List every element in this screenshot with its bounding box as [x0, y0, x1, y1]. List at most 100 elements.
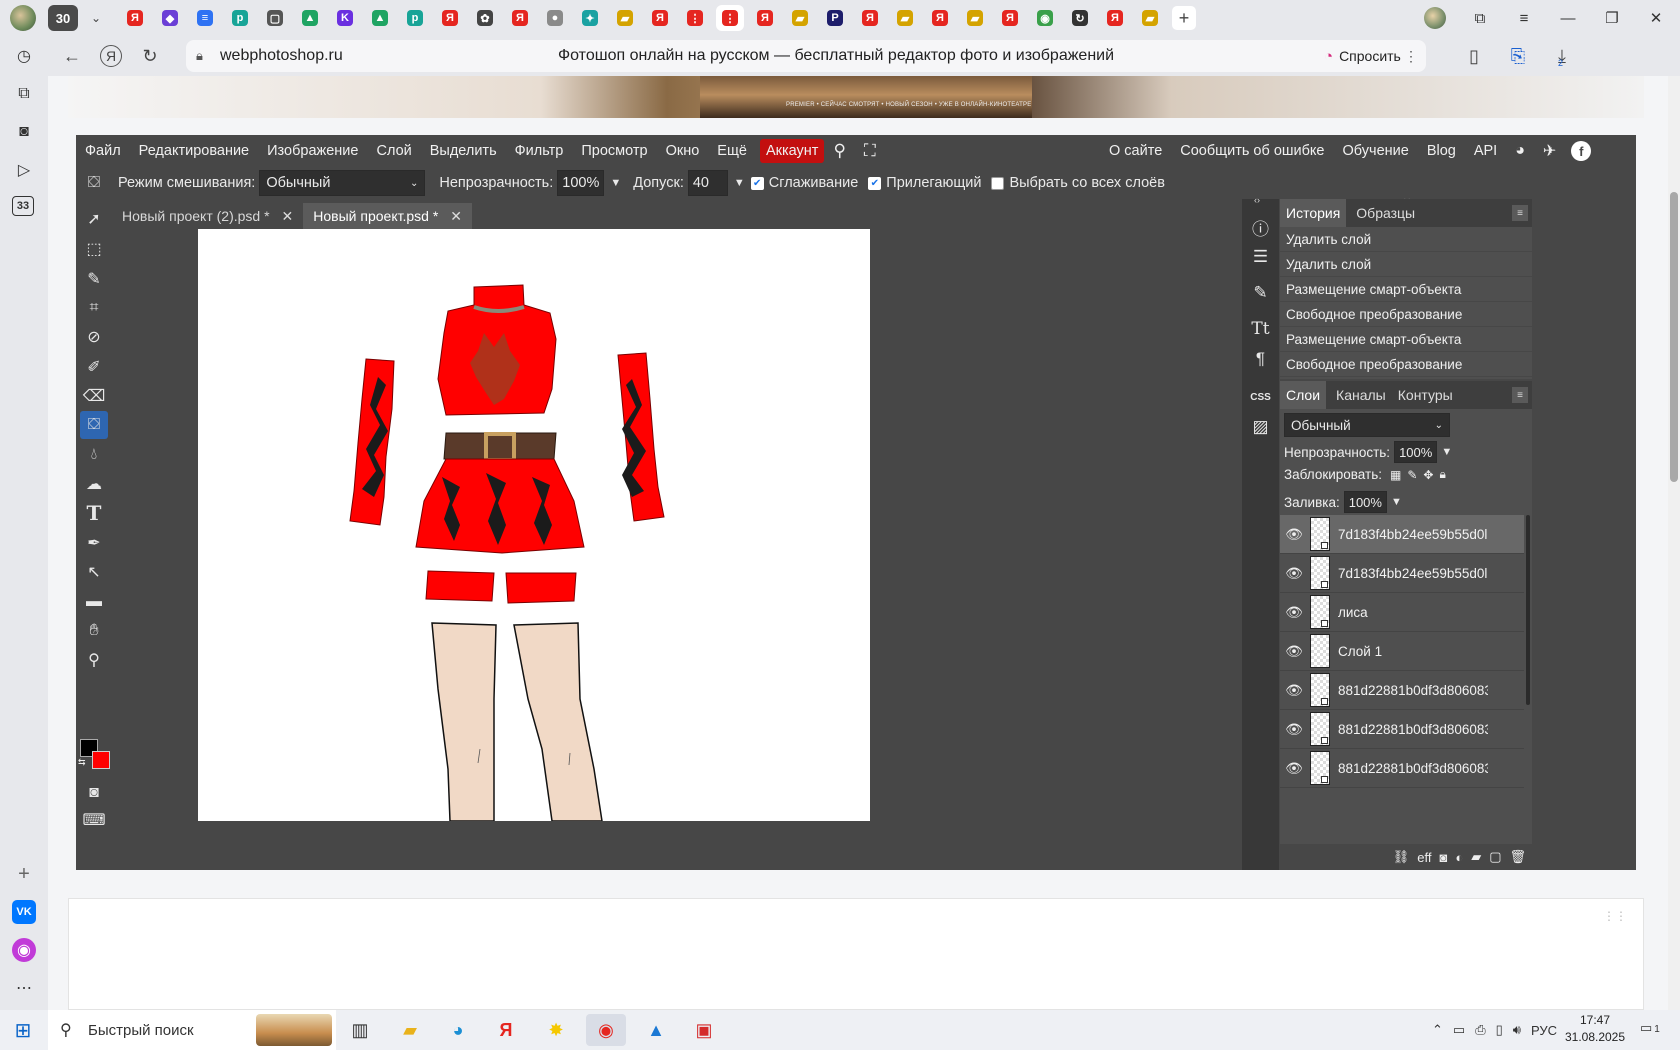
browser-tab[interactable]: ≡: [191, 5, 219, 31]
tolerance-input[interactable]: 40: [687, 170, 728, 196]
badge-icon[interactable]: 33: [12, 196, 34, 216]
lock-position-icon[interactable]: ✥: [1423, 468, 1433, 482]
close-window-icon[interactable]: ✕: [1642, 6, 1670, 30]
link-icon[interactable]: ⛓: [1393, 849, 1410, 865]
browser-tab[interactable]: Я: [1101, 5, 1129, 31]
vk-icon[interactable]: VK: [12, 900, 36, 924]
browser-tab[interactable]: Я: [751, 5, 779, 31]
layer-row[interactable]: 👁︎ 881d22881b0df3d806083: [1280, 710, 1524, 749]
eye-icon[interactable]: 👁︎: [1280, 565, 1308, 582]
menu-edit[interactable]: Редактирование: [130, 135, 258, 167]
history-item[interactable]: Удалить слой: [1280, 252, 1532, 277]
minimize-icon[interactable]: —: [1554, 6, 1582, 30]
hand-tool-icon[interactable]: ✋︎: [80, 617, 108, 645]
history-item[interactable]: Удалить слой: [1280, 227, 1532, 252]
menu-blog[interactable]: Blog: [1418, 135, 1465, 167]
history-item[interactable]: Размещение смарт-объекта: [1280, 327, 1532, 352]
more-dots-icon[interactable]: ⋮⋮: [1603, 909, 1627, 923]
lock-pixels-icon[interactable]: ✎: [1407, 468, 1417, 482]
edge-icon[interactable]: ◕: [438, 1014, 478, 1046]
browser-tab[interactable]: ▰: [961, 5, 989, 31]
doc-tab-2[interactable]: Новый проект.psd * ✕: [303, 203, 473, 229]
lock-all-icon[interactable]: 🔒︎: [1439, 467, 1445, 482]
mask-icon[interactable]: ◙: [1439, 850, 1447, 865]
explorer-icon[interactable]: ▰: [390, 1014, 430, 1046]
browser-tab[interactable]: Я: [436, 5, 464, 31]
menu-layer[interactable]: Слой: [367, 135, 420, 167]
lock-transparency-icon[interactable]: ▦: [1390, 468, 1401, 482]
eye-icon[interactable]: 👁︎: [1280, 643, 1308, 660]
new-tab-button[interactable]: +: [1172, 6, 1196, 30]
rectangle-tool-icon[interactable]: ▬: [80, 588, 108, 616]
antialias-checkbox[interactable]: ✔: [750, 176, 764, 190]
tray-device-icon[interactable]: ▭: [1453, 1022, 1465, 1038]
menu-image[interactable]: Изображение: [258, 135, 367, 167]
tolerance-slider-toggle-icon[interactable]: ▼: [734, 177, 745, 189]
collections-icon[interactable]: ⧉: [1466, 6, 1494, 30]
keyboard-icon[interactable]: ⌨: [80, 806, 108, 834]
layer-blend-select[interactable]: Обычный ⌄: [1284, 413, 1450, 437]
marquee-tool-icon[interactable]: ⬚: [80, 235, 108, 263]
account-avatar[interactable]: [1424, 7, 1446, 29]
layer-opacity-input[interactable]: 100%: [1394, 441, 1438, 463]
layer-row[interactable]: 👁︎ 881d22881b0df3d806083: [1280, 749, 1524, 788]
facebook-icon[interactable]: f: [1571, 141, 1592, 161]
tray-network-icon[interactable]: ⎙: [1475, 1022, 1485, 1038]
quick-mask-icon[interactable]: ◙: [80, 779, 108, 807]
tab-paths[interactable]: Контуры: [1392, 381, 1459, 409]
ad-banner[interactable]: PREMIER • СЕЙЧАС СМОТРЯТ • НОВЫЙ СЕЗОН •…: [68, 76, 1644, 118]
paint-app-icon[interactable]: ▣: [684, 1014, 724, 1046]
collapse-arrows-icon[interactable]: ‹›: [1254, 195, 1260, 205]
browser-tab[interactable]: Я: [121, 5, 149, 31]
menu-report-bug[interactable]: Сообщить об ошибке: [1171, 135, 1333, 167]
tray-volume-icon[interactable]: 🔊︎: [1513, 1022, 1521, 1038]
collections-rail-icon[interactable]: ⧉: [12, 82, 36, 106]
paragraph-icon[interactable]: ¶: [1246, 345, 1275, 373]
translate-icon[interactable]: ⎘: [1504, 42, 1532, 70]
layer-list-scrollbar[interactable]: [1526, 515, 1530, 705]
info-icon[interactable]: ⓘ: [1246, 213, 1275, 241]
taskbar-search[interactable]: ⚲ Быстрый поиск: [48, 1010, 336, 1050]
move-tool-icon[interactable]: ➚: [80, 205, 108, 233]
profile-avatar[interactable]: [10, 5, 36, 31]
menu-window[interactable]: Окно: [657, 135, 709, 167]
browser-tab[interactable]: ▢: [261, 5, 289, 31]
trash-icon[interactable]: 🗑︎: [1509, 849, 1526, 865]
scroll-thumb[interactable]: [1670, 192, 1678, 482]
tray-chevron-icon[interactable]: ⌃: [1432, 1022, 1443, 1038]
character-icon[interactable]: Tt: [1246, 315, 1275, 343]
image-panel-icon[interactable]: ▨: [1246, 413, 1275, 441]
ask-more-icon[interactable]: ⋮: [1404, 48, 1418, 65]
back-icon[interactable]: ←: [58, 42, 86, 70]
doc-tab-1[interactable]: Новый проект (2).psd * ✕: [112, 203, 303, 229]
layer-opacity-toggle-icon[interactable]: ▼: [1441, 446, 1452, 458]
browser-tab[interactable]: ●: [541, 5, 569, 31]
browser-tab[interactable]: Я: [506, 5, 534, 31]
history-item[interactable]: Свободное преобразование: [1280, 302, 1532, 327]
fullscreen-icon[interactable]: ⛶: [855, 135, 885, 167]
video-icon[interactable]: ▷: [12, 158, 36, 182]
yandex-browser-icon[interactable]: ◉: [586, 1014, 626, 1046]
healing-tool-icon[interactable]: ⊘: [80, 323, 108, 351]
brush-tool-icon[interactable]: ✐: [80, 353, 108, 381]
search-icon[interactable]: ⚲: [824, 135, 854, 167]
ad-banner-image[interactable]: PREMIER • СЕЙЧАС СМОТРЯТ • НОВЫЙ СЕЗОН •…: [700, 76, 1032, 118]
browser-tab[interactable]: ↻: [1066, 5, 1094, 31]
crop-tool-icon[interactable]: ⌗: [80, 294, 108, 322]
new-layer-icon[interactable]: ▢: [1489, 849, 1501, 865]
layer-row[interactable]: 👁︎ 7d183f4bb24ee59b55d0l: [1280, 515, 1524, 554]
eye-icon[interactable]: 👁︎: [1280, 721, 1308, 738]
browser-tab[interactable]: Я: [996, 5, 1024, 31]
browser-tab[interactable]: ▰: [891, 5, 919, 31]
ask-alice-button[interactable]: ◔ Спросить ⋮: [1314, 40, 1426, 72]
screenshot-icon[interactable]: ◙: [12, 120, 36, 144]
browser-tab[interactable]: ▲: [366, 5, 394, 31]
tab-channels[interactable]: Каналы: [1330, 381, 1392, 409]
browser-tab[interactable]: p: [226, 5, 254, 31]
opacity-slider-toggle-icon[interactable]: ▼: [610, 177, 621, 189]
opacity-input[interactable]: 100%: [557, 170, 605, 196]
menu-more[interactable]: Ещё: [708, 135, 756, 167]
browser-tab[interactable]: K: [331, 5, 359, 31]
page-scrollbar[interactable]: [1668, 76, 1680, 1010]
account-button[interactable]: Аккаунт: [759, 139, 825, 163]
